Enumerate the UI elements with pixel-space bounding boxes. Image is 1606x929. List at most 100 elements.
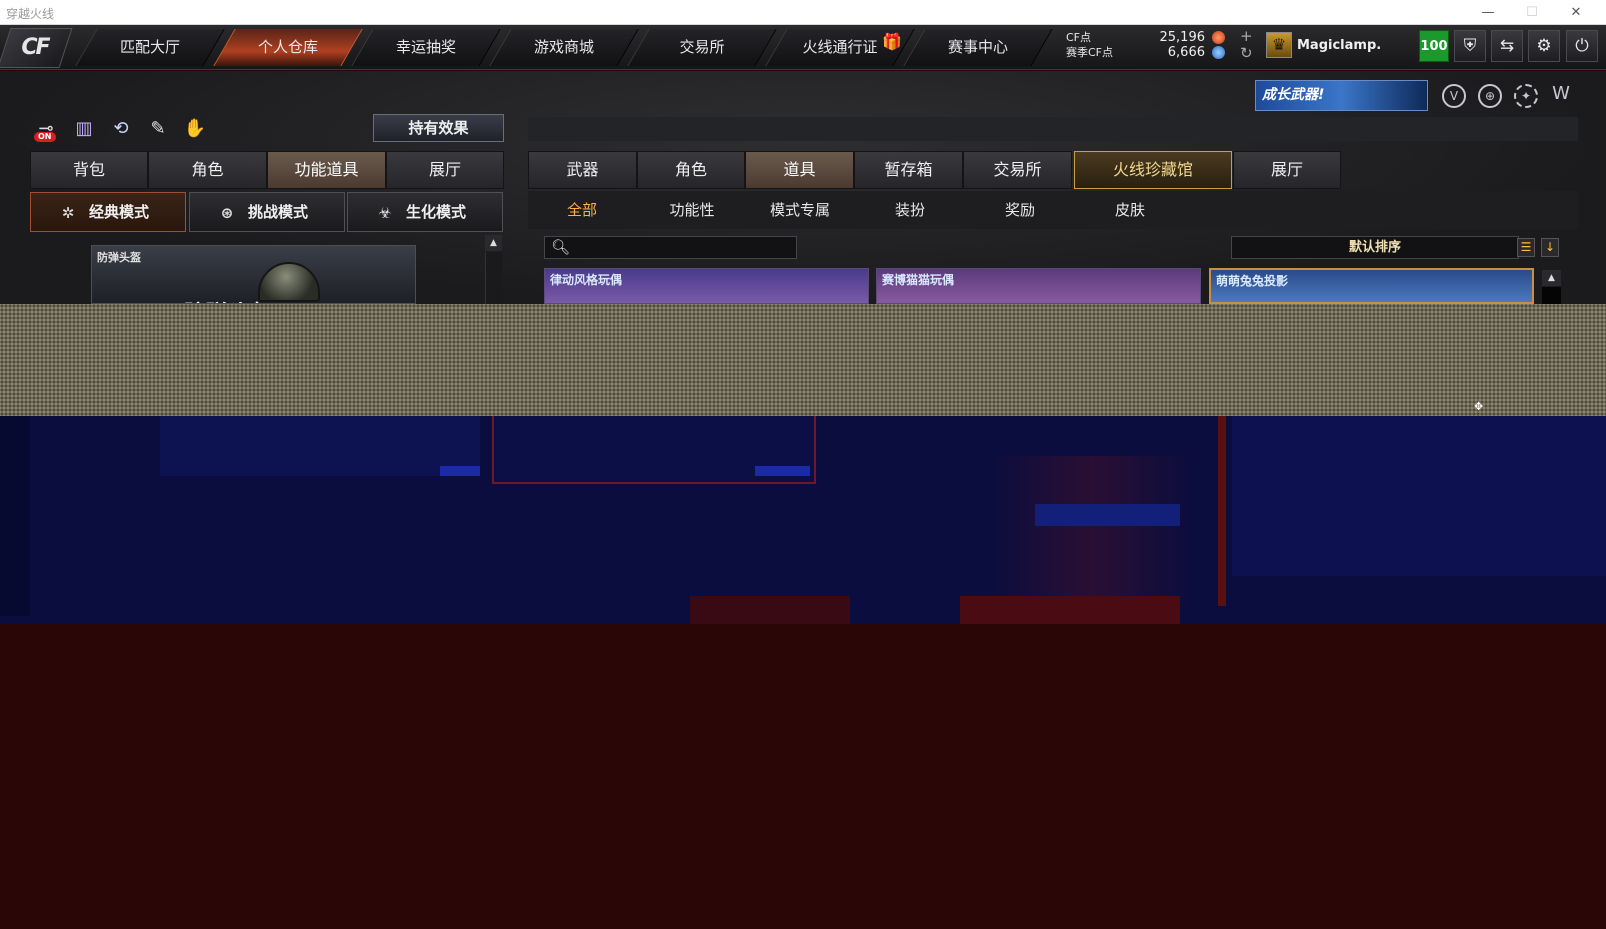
subcat-costume[interactable]: 装扮 bbox=[856, 191, 964, 229]
badge-v-icon[interactable]: V bbox=[1442, 84, 1466, 108]
currency-values: 25,196 6,666 bbox=[1143, 30, 1206, 60]
top-strip bbox=[528, 117, 1578, 141]
power-icon[interactable]: ⏻ bbox=[1566, 30, 1598, 62]
nav-tab-exchange[interactable]: 交易所 bbox=[627, 29, 777, 66]
glitch-block bbox=[160, 416, 480, 476]
spray-icon[interactable]: ✎ bbox=[144, 115, 172, 143]
window-titlebar: 穿越火线 — ☐ ✕ bbox=[0, 0, 1606, 25]
subcat-functional[interactable]: 功能性 bbox=[638, 191, 746, 229]
close-icon[interactable]: ✕ bbox=[1554, 0, 1598, 25]
tab-showroom-left[interactable]: 展厅 bbox=[386, 151, 504, 189]
gift-icon: 🎁 bbox=[882, 32, 902, 51]
tab-collection-hall[interactable]: 火线珍藏馆 bbox=[1074, 151, 1232, 189]
subcat-all[interactable]: 全部 bbox=[528, 191, 636, 229]
gear-icon[interactable]: ⚙ bbox=[1528, 30, 1560, 62]
nav-tab-game-store[interactable]: 游戏商城 bbox=[489, 29, 639, 66]
currency-labels: CF点 赛季CF点 bbox=[1066, 30, 1113, 60]
tab-function-items[interactable]: 功能道具 bbox=[267, 151, 386, 189]
sort-direction-icon[interactable]: ↓ bbox=[1541, 238, 1559, 257]
maximize-icon[interactable]: ☐ bbox=[1510, 0, 1554, 25]
search-box[interactable]: 🔍︎ bbox=[544, 236, 797, 259]
season-points-label: 赛季CF点 bbox=[1066, 46, 1114, 59]
search-input[interactable] bbox=[573, 239, 793, 256]
tab-items[interactable]: 道具 bbox=[745, 151, 854, 189]
crossed-swords-icon: ✲ bbox=[61, 204, 75, 222]
tab-temp-box[interactable]: 暂存箱 bbox=[854, 151, 963, 189]
history-icon[interactable]: ⟲ bbox=[107, 115, 135, 143]
glitch-noise-band bbox=[0, 304, 1606, 416]
ranking-icon[interactable]: ▥ bbox=[70, 115, 98, 143]
cf-points-label: CF点 bbox=[1066, 31, 1092, 44]
switch-icon[interactable]: ⇆ bbox=[1491, 30, 1523, 62]
held-effects-button[interactable]: 持有效果 bbox=[373, 114, 504, 142]
mode-classic-button[interactable]: ✲ 经典模式 bbox=[30, 192, 186, 232]
globe-icon[interactable]: ⊕ bbox=[1478, 84, 1502, 108]
glitch-block bbox=[690, 596, 850, 624]
mode-biohazard-button[interactable]: ☣ 生化模式 bbox=[347, 192, 503, 232]
item-name: 萌萌兔兔投影 bbox=[1216, 274, 1289, 288]
cf-points-value: 25,196 bbox=[1159, 30, 1206, 45]
nav-tab-lucky-draw[interactable]: 幸运抽奖 bbox=[351, 29, 501, 66]
subcat-mode-exclusive[interactable]: 模式专属 bbox=[746, 191, 854, 229]
item-name: 赛博猫猫玩偶 bbox=[882, 273, 955, 287]
w-logo-icon[interactable]: W bbox=[1549, 84, 1573, 108]
glitch-block bbox=[960, 596, 1180, 624]
cf-logo[interactable]: CF bbox=[0, 28, 73, 68]
nav-tab-match-lobby[interactable]: 匹配大厅 bbox=[75, 29, 225, 66]
left-scroll-up-icon[interactable]: ▲ bbox=[485, 235, 502, 251]
tab-backpack[interactable]: 背包 bbox=[30, 151, 148, 189]
subcategory-bar: 全部 功能性 模式专属 装扮 奖励 皮肤 bbox=[528, 191, 1578, 229]
item-card[interactable]: 防弹头盔 防弹头盔 bbox=[91, 245, 416, 304]
nav-tab-personal-storage[interactable]: 个人仓库 bbox=[213, 29, 363, 66]
glitch-block bbox=[755, 466, 810, 476]
shield-icon[interactable]: ⛨ bbox=[1454, 30, 1486, 62]
tab-showroom-right[interactable]: 展厅 bbox=[1233, 151, 1341, 189]
item-name: 律动风格玩偶 bbox=[550, 273, 623, 287]
glitch-block bbox=[1218, 416, 1226, 606]
season-points-value: 6,666 bbox=[1167, 45, 1205, 60]
left-scrollbar[interactable] bbox=[485, 252, 502, 304]
season-coin-icon bbox=[1212, 46, 1225, 59]
mode-classic-label: 经典模式 bbox=[89, 203, 150, 221]
right-scroll-up-icon[interactable]: ▲ bbox=[1542, 270, 1561, 286]
glitch-block bbox=[986, 456, 1196, 606]
subcat-skins[interactable]: 皮肤 bbox=[1076, 191, 1184, 229]
nav-tab-events[interactable]: 赛事中心 bbox=[903, 29, 1053, 66]
glitch-block bbox=[440, 466, 480, 476]
window-title: 穿越火线 bbox=[6, 7, 55, 21]
mode-biohazard-label: 生化模式 bbox=[406, 203, 467, 221]
refresh-icon[interactable]: ↻ bbox=[1240, 44, 1253, 62]
item-card-rhythm-doll[interactable]: 律动风格玩偶 bbox=[544, 268, 869, 304]
glitch-blue-band bbox=[0, 416, 1606, 624]
biohazard-icon: ☣ bbox=[378, 204, 392, 222]
challenge-icon: ⊛ bbox=[220, 204, 234, 222]
sparkle-icon[interactable]: ✦ bbox=[1514, 84, 1538, 108]
plus-icon[interactable]: + bbox=[1240, 27, 1253, 45]
avatar[interactable]: ♛ bbox=[1266, 32, 1292, 58]
item-label: 防弹头盔 bbox=[97, 251, 141, 264]
item-card-bunny-projection[interactable]: 萌萌兔兔投影 bbox=[1209, 268, 1534, 304]
search-icon: 🔍︎ bbox=[551, 238, 571, 256]
subcat-rewards[interactable]: 奖励 bbox=[966, 191, 1074, 229]
tab-character[interactable]: 角色 bbox=[148, 151, 267, 189]
minimize-icon[interactable]: — bbox=[1466, 0, 1510, 25]
sort-select[interactable]: 默认排序 bbox=[1231, 236, 1519, 259]
tab-exchange[interactable]: 交易所 bbox=[963, 151, 1072, 189]
on-badge: ON bbox=[34, 132, 56, 142]
item-big-name: 防弹头盔 bbox=[184, 296, 272, 303]
level-badge: 100 bbox=[1419, 30, 1449, 62]
tab-characters[interactable]: 角色 bbox=[637, 151, 745, 189]
mouse-cursor-icon: ✥ bbox=[1474, 400, 1484, 413]
right-scrollbar[interactable] bbox=[1542, 287, 1561, 304]
promo-banner[interactable]: 成长武器! bbox=[1255, 80, 1428, 111]
glove-icon[interactable]: ✋ bbox=[181, 115, 209, 143]
glitch-block bbox=[1232, 416, 1606, 576]
glitch-block bbox=[1035, 504, 1180, 526]
item-card-cyber-cat[interactable]: 赛博猫猫玩偶 bbox=[876, 268, 1201, 304]
mode-challenge-label: 挑战模式 bbox=[248, 203, 309, 221]
cf-coin-icon bbox=[1212, 31, 1225, 44]
mode-challenge-button[interactable]: ⊛ 挑战模式 bbox=[189, 192, 345, 232]
tab-weapons[interactable]: 武器 bbox=[528, 151, 637, 189]
username[interactable]: Magiclamp. bbox=[1297, 38, 1381, 53]
list-view-icon[interactable]: ☰ bbox=[1517, 238, 1535, 257]
